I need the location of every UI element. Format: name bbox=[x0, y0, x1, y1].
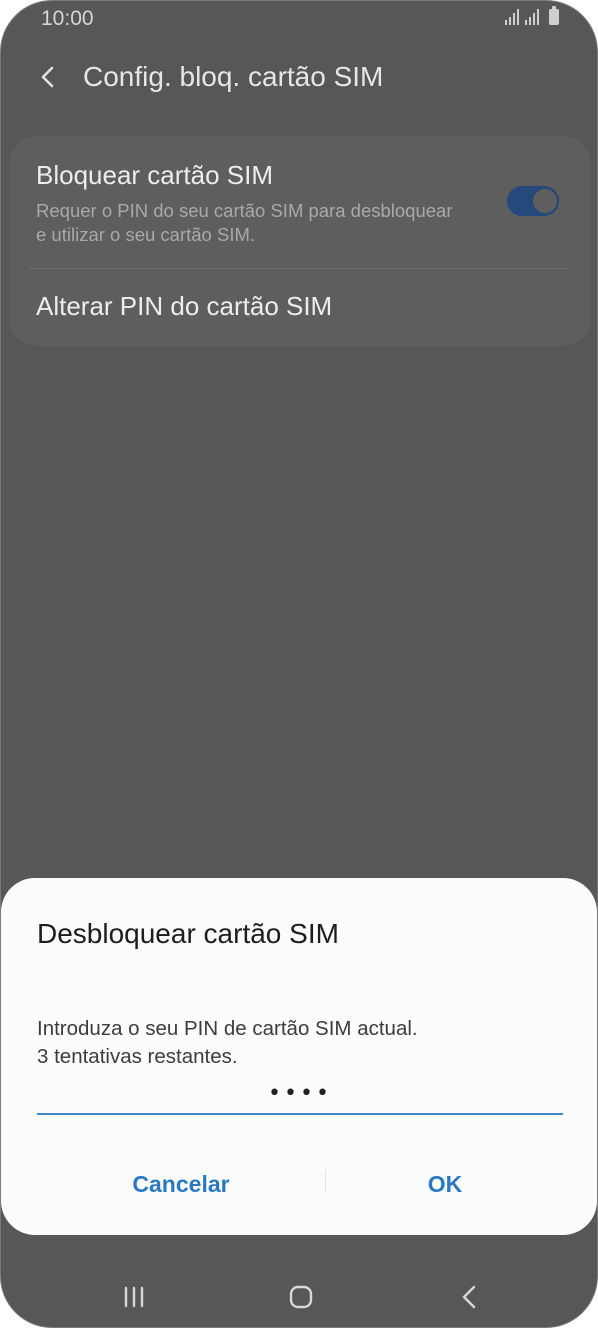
change-pin-item[interactable]: Alterar PIN do cartão SIM bbox=[36, 291, 332, 322]
lock-sim-description: Requer o PIN do seu cartão SIM para desb… bbox=[36, 200, 453, 245]
status-bar: 10:00 bbox=[1, 1, 597, 41]
ok-button[interactable]: OK bbox=[345, 1164, 545, 1204]
lock-sim-row[interactable]: Bloquear cartão SIM Requer o PIN do seu … bbox=[9, 136, 591, 268]
divider bbox=[29, 268, 569, 269]
pin-input[interactable] bbox=[37, 1073, 563, 1115]
dialog-message: Introduza o seu PIN de cartão SIM actual… bbox=[37, 1015, 418, 1071]
lock-sim-title: Bloquear cartão SIM bbox=[36, 160, 274, 190]
navigation-bar bbox=[1, 1263, 597, 1327]
unlock-sim-dialog: Desbloquear cartão SIM Introduza o seu P… bbox=[1, 878, 597, 1235]
lock-sim-toggle[interactable] bbox=[507, 186, 559, 216]
dialog-message-line1: Introduza o seu PIN de cartão SIM actual… bbox=[37, 1017, 418, 1040]
recent-apps-icon[interactable] bbox=[122, 1286, 146, 1308]
home-icon[interactable] bbox=[289, 1285, 313, 1309]
dialog-message-line2: 3 tentativas restantes. bbox=[37, 1045, 238, 1068]
status-icons bbox=[505, 6, 559, 25]
app-header: Config. bloq. cartão SIM bbox=[1, 51, 597, 107]
status-time: 10:00 bbox=[41, 7, 94, 30]
signal-icon bbox=[505, 9, 519, 25]
phone-screen: 10:00 Config. bloq. cartão SIM Bloquear … bbox=[0, 0, 598, 1328]
back-icon[interactable] bbox=[459, 1283, 479, 1311]
cancel-button[interactable]: Cancelar bbox=[81, 1164, 281, 1204]
button-separator bbox=[325, 1170, 326, 1192]
sim-settings-card: Bloquear cartão SIM Requer o PIN do seu … bbox=[9, 136, 591, 346]
toggle-knob bbox=[531, 187, 559, 215]
chevron-left-icon[interactable] bbox=[35, 63, 63, 91]
page-title: Config. bloq. cartão SIM bbox=[83, 61, 384, 92]
signal-icon bbox=[525, 9, 539, 25]
battery-icon bbox=[549, 6, 559, 25]
dialog-title: Desbloquear cartão SIM bbox=[37, 918, 339, 949]
